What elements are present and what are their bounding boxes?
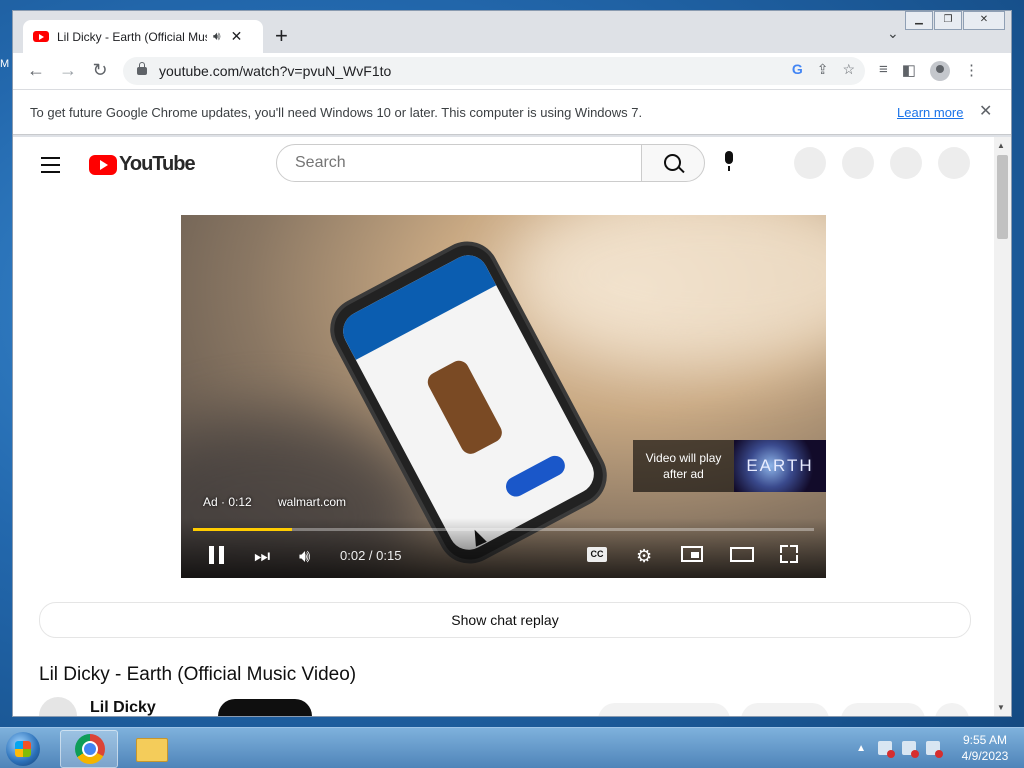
- subscribe-button[interactable]: [218, 699, 312, 716]
- progress-fill: [193, 528, 293, 531]
- settings-gear-icon[interactable]: ⚙︎: [636, 546, 652, 567]
- youtube-logo-text: YouTube: [119, 153, 196, 175]
- chrome-icon: [75, 734, 105, 764]
- video-frame-highlight: [511, 215, 826, 365]
- share-icon[interactable]: ⇪: [817, 61, 829, 78]
- side-panel-icon[interactable]: ◧: [902, 61, 916, 81]
- update-infobar: To get future Google Chrome updates, you…: [13, 89, 1011, 135]
- volume-icon[interactable]: 🔊︎: [299, 546, 310, 567]
- download-pill[interactable]: [841, 703, 925, 716]
- clock-date: 4/9/2023: [961, 749, 1009, 763]
- like-dislike-pill[interactable]: [598, 703, 730, 716]
- taskbar-chrome-button[interactable]: [60, 730, 118, 768]
- action-center-flag-icon[interactable]: [878, 741, 895, 758]
- theater-mode-button[interactable]: [730, 547, 754, 562]
- bookmark-star-icon[interactable]: ☆: [842, 61, 855, 78]
- scroll-down-arrow-icon[interactable]: ▼: [997, 703, 1005, 712]
- new-tab-button[interactable]: +: [275, 25, 288, 47]
- captions-button[interactable]: CC: [587, 547, 607, 562]
- address-url[interactable]: youtube.com/watch?v=pvuN_WvF1to: [159, 63, 391, 79]
- next-button[interactable]: ⏭︎: [254, 546, 270, 567]
- channel-avatar[interactable]: [39, 697, 77, 716]
- address-bar[interactable]: youtube.com/watch?v=pvuN_WvF1to G ⇪ ☆: [123, 57, 865, 85]
- taskbar-clock[interactable]: 9:55 AM 4/9/2023: [950, 732, 1020, 764]
- hamburger-menu-icon[interactable]: [41, 157, 60, 178]
- next-video-preview[interactable]: Video will play after ad EARTH: [633, 440, 826, 492]
- header-placeholder-icon[interactable]: [890, 147, 922, 179]
- search-box: [276, 144, 642, 182]
- pause-button[interactable]: [209, 546, 225, 564]
- header-placeholder-icon[interactable]: [938, 147, 970, 179]
- back-arrow-icon[interactable]: ←: [25, 60, 47, 81]
- start-button[interactable]: [6, 732, 40, 766]
- media-queue-icon[interactable]: ≡: [879, 61, 888, 81]
- channel-name[interactable]: Lil Dicky: [90, 699, 156, 716]
- youtube-play-icon: [89, 154, 117, 175]
- folder-icon: [136, 738, 168, 762]
- tab-title: Lil Dicky - Earth (Official Mus: [57, 29, 207, 44]
- taskbar-explorer-button[interactable]: [120, 730, 176, 766]
- learn-more-link[interactable]: Learn more: [897, 105, 963, 120]
- show-hidden-icons-icon[interactable]: ▲: [856, 743, 866, 754]
- show-chat-replay-button[interactable]: Show chat replay: [39, 602, 971, 638]
- video-title: Lil Dicky - Earth (Official Music Video): [39, 664, 357, 685]
- next-video-label-line1: Video will play: [645, 451, 722, 465]
- microphone-icon[interactable]: [725, 151, 733, 171]
- minimize-button[interactable]: ▁: [905, 11, 933, 30]
- chrome-window: Lil Dicky - Earth (Official Mus 🔊︎ ✕ + ⌄…: [12, 10, 1012, 717]
- toolbar-right: ≡ ◧ ⋮: [879, 61, 979, 81]
- youtube-favicon-icon: [33, 31, 49, 42]
- close-window-button[interactable]: ✕: [963, 11, 1005, 30]
- page-scrollbar[interactable]: ▲ ▼: [994, 137, 1011, 716]
- search-input[interactable]: [293, 153, 617, 173]
- ad-advertiser-link[interactable]: walmart.com: [278, 495, 346, 509]
- tab-search-chevron-icon[interactable]: ⌄: [887, 25, 899, 42]
- next-video-label-line2: after ad: [663, 467, 704, 481]
- video-player[interactable]: Ad · 0:12 walmart.com Video will play aft…: [181, 215, 826, 578]
- forward-arrow-icon[interactable]: →: [57, 60, 79, 81]
- kebab-menu-icon[interactable]: ⋮: [964, 61, 979, 81]
- more-actions-pill[interactable]: [935, 703, 969, 716]
- ad-phone-header: [336, 248, 497, 360]
- player-controls: ⏭︎ 🔊︎ 0:02 / 0:15 CC ⚙︎: [181, 518, 826, 578]
- system-tray: ▲ 9:55 AM 4/9/2023: [856, 728, 1024, 768]
- browser-toolbar: ← → ↻ youtube.com/watch?v=pvuN_WvF1to G …: [13, 53, 1011, 89]
- tab-close-icon[interactable]: ✕: [231, 28, 243, 45]
- tab-strip: Lil Dicky - Earth (Official Mus 🔊︎ ✕ + ⌄…: [13, 11, 1011, 53]
- infobar-message: To get future Google Chrome updates, you…: [30, 105, 643, 120]
- reload-icon[interactable]: ↻: [89, 60, 111, 81]
- clock-time: 9:55 AM: [962, 733, 1008, 747]
- search-icon: [664, 154, 681, 171]
- volume-muted-icon[interactable]: [926, 741, 943, 758]
- google-lens-icon[interactable]: G: [792, 61, 803, 78]
- windows-taskbar: ▲ 9:55 AM 4/9/2023: [0, 727, 1024, 768]
- desktop-edge-label: M: [0, 58, 10, 70]
- header-placeholder-icon[interactable]: [842, 147, 874, 179]
- profile-avatar-icon[interactable]: [929, 61, 950, 81]
- ad-phone-button: [502, 452, 569, 501]
- address-bar-actions: G ⇪ ☆: [792, 61, 855, 78]
- ad-timer: Ad · 0:12: [203, 495, 252, 509]
- next-video-thumbnail: EARTH: [734, 440, 826, 492]
- maximize-button[interactable]: ❐: [934, 11, 962, 30]
- time-display: 0:02 / 0:15: [340, 548, 402, 563]
- fullscreen-button[interactable]: [780, 545, 798, 563]
- ad-product-image: [424, 357, 506, 458]
- header-placeholder-icon[interactable]: [794, 147, 826, 179]
- infobar-close-icon[interactable]: ✕: [979, 101, 992, 121]
- youtube-logo[interactable]: YouTube: [89, 153, 196, 176]
- scroll-up-arrow-icon[interactable]: ▲: [997, 141, 1005, 150]
- search-button[interactable]: [641, 144, 705, 182]
- lock-icon[interactable]: [137, 62, 147, 75]
- youtube-page: YouTube Ad · 0:12 walmart.com: [13, 137, 994, 716]
- speaker-icon[interactable]: 🔊︎: [213, 29, 221, 44]
- network-icon[interactable]: [902, 741, 919, 758]
- next-video-label: Video will play after ad: [633, 440, 734, 492]
- scrollbar-thumb[interactable]: [997, 155, 1008, 239]
- miniplayer-button[interactable]: [681, 546, 703, 562]
- tab-youtube[interactable]: Lil Dicky - Earth (Official Mus 🔊︎ ✕: [23, 20, 263, 53]
- progress-bar[interactable]: [193, 528, 814, 531]
- window-controls: ▁ ❐ ✕: [904, 11, 1005, 30]
- share-pill[interactable]: [741, 703, 829, 716]
